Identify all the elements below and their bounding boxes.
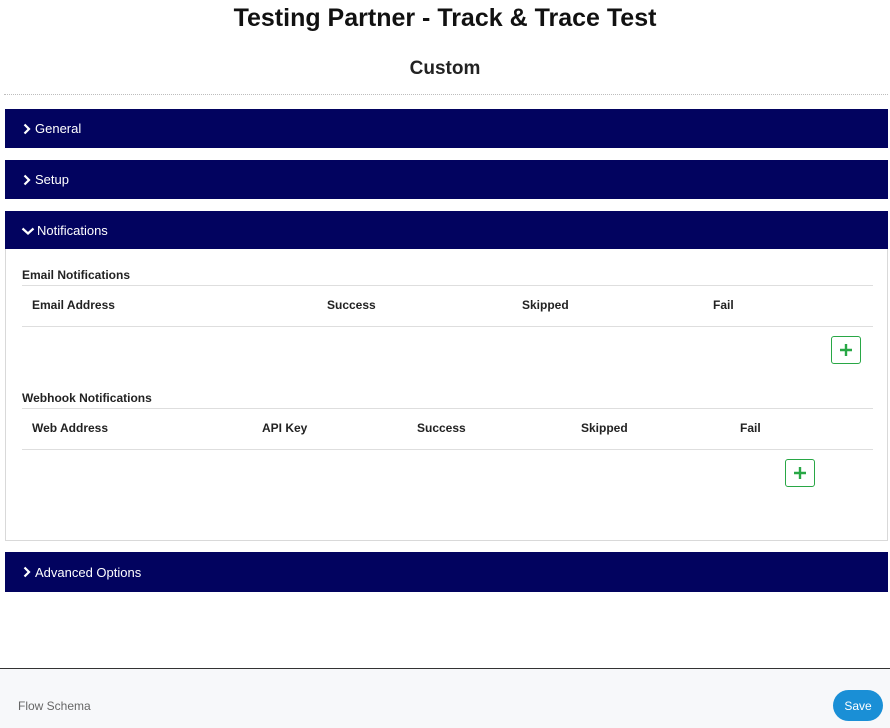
email-notifications-table-header: Email Address Success Skipped Fail [22, 285, 873, 327]
column-api-key: API Key [262, 421, 308, 435]
plus-icon [794, 467, 806, 479]
column-web-address: Web Address [32, 421, 109, 435]
chevron-right-icon [21, 566, 33, 578]
section-header-general[interactable]: General [5, 109, 888, 148]
column-fail: Fail [740, 421, 761, 435]
footer-bar: Flow Schema Save [0, 668, 890, 728]
add-email-notification-button[interactable] [831, 336, 861, 364]
chevron-right-icon [21, 174, 33, 186]
flow-schema-link[interactable]: Flow Schema [18, 699, 91, 713]
section-header-advanced-options[interactable]: Advanced Options [5, 552, 888, 592]
section-header-notifications[interactable]: Notifications [5, 211, 888, 250]
webhook-notifications-heading: Webhook Notifications [22, 391, 152, 405]
add-webhook-notification-button[interactable] [785, 459, 815, 487]
column-skipped: Skipped [581, 421, 628, 435]
email-notifications-heading: Email Notifications [22, 268, 131, 282]
column-success: Success [327, 298, 376, 312]
save-button[interactable]: Save [833, 690, 883, 721]
notifications-panel: Email Notifications Email Address Succes… [5, 249, 888, 541]
section-header-setup[interactable]: Setup [5, 160, 888, 199]
column-fail: Fail [713, 298, 734, 312]
section-label-advanced-options: Advanced Options [35, 564, 142, 580]
chevron-down-icon [21, 225, 35, 237]
section-label-general: General [35, 121, 82, 136]
section-label-notifications: Notifications [37, 223, 108, 238]
page: Testing Partner - Track & Trace Test Cus… [0, 0, 890, 728]
column-email-address: Email Address [32, 298, 115, 312]
plus-icon [840, 344, 852, 356]
header-divider [4, 94, 888, 95]
column-success: Success [417, 421, 466, 435]
page-title: Testing Partner - Track & Trace Test [233, 4, 657, 32]
page-subtitle: Custom [409, 58, 481, 79]
section-label-setup: Setup [35, 172, 69, 187]
webhook-notifications-table-header: Web Address API Key Success Skipped Fail [22, 408, 873, 450]
chevron-right-icon [21, 123, 33, 135]
column-skipped: Skipped [522, 298, 569, 312]
